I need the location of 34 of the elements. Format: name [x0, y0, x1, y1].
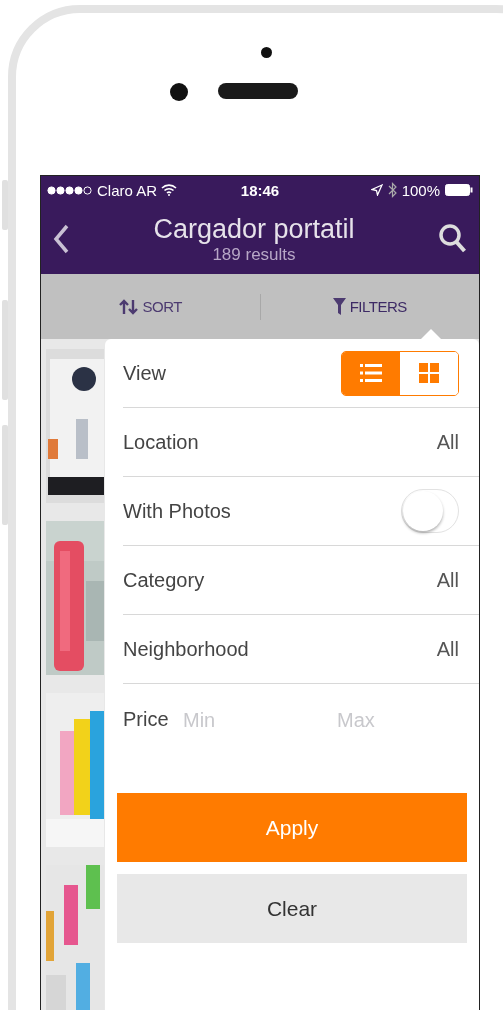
carrier-name: Claro AR — [97, 181, 158, 199]
speaker-icon — [218, 83, 298, 99]
list-icon — [360, 363, 382, 383]
location-icon — [370, 184, 383, 196]
battery-icon — [445, 184, 473, 196]
status-time: 18:46 — [240, 181, 280, 199]
filter-value[interactable]: All — [436, 568, 459, 592]
grid-icon — [419, 363, 439, 383]
filter-label: Category — [123, 568, 206, 592]
battery-percent: 100% — [401, 181, 440, 199]
sort-icon — [118, 298, 139, 315]
bluetooth-icon — [387, 182, 397, 198]
back-icon[interactable] — [53, 224, 69, 254]
sensor-icon — [261, 47, 272, 58]
filter-value[interactable]: All — [436, 430, 459, 454]
page-title: Cargador portatil — [153, 213, 355, 245]
wifi-icon — [161, 184, 178, 196]
signal-icon — [47, 185, 93, 195]
sort-button[interactable]: SORT — [41, 290, 260, 323]
toggle-switch[interactable] — [401, 489, 459, 533]
filter-value[interactable]: All — [436, 637, 459, 661]
filter-label: Neighborhood — [123, 637, 250, 661]
camera-icon — [170, 83, 188, 101]
view-option[interactable] — [342, 351, 400, 395]
filter-label: Price — [123, 708, 170, 731]
filter-label: With Photos — [123, 499, 232, 523]
filters-button[interactable]: FILTERS — [260, 289, 479, 324]
filter-icon — [332, 297, 346, 316]
view-switcher[interactable] — [341, 350, 459, 396]
search-icon[interactable] — [439, 224, 467, 254]
clear-button[interactable]: Clear — [117, 874, 467, 943]
filter-label: View — [123, 361, 167, 385]
filter-label: Location — [123, 430, 200, 454]
results-count: 189 results — [212, 244, 296, 265]
